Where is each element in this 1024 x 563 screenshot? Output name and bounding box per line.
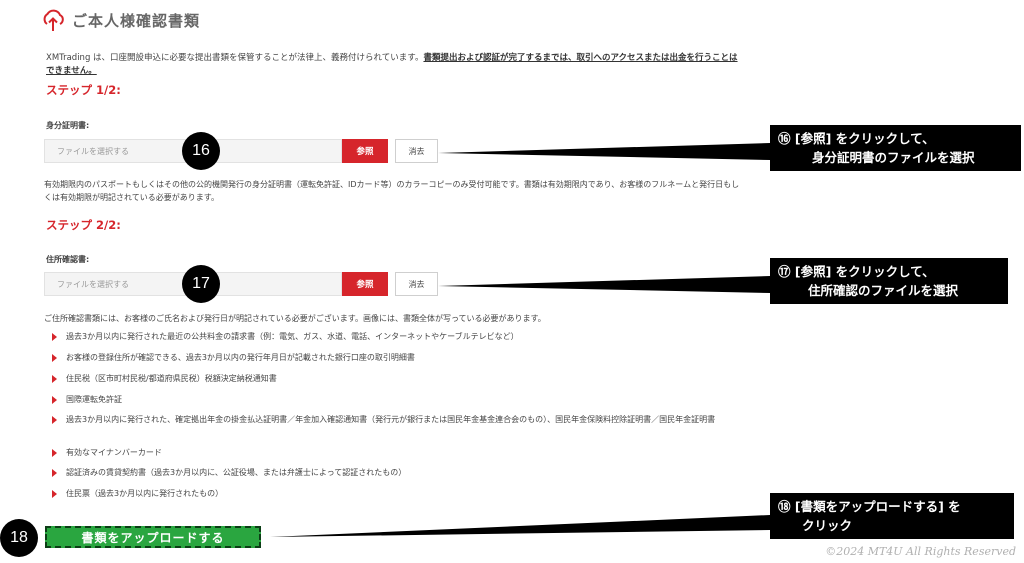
pointer-17 — [438, 276, 770, 293]
callout-16-line1: ⑯ [参照] をクリックして、 — [778, 131, 935, 146]
callout-16: ⑯ [参照] をクリックして、 身分証明書のファイルを選択 — [770, 125, 1021, 171]
callout-17-line2: 住所確認のファイルを選択 — [808, 283, 959, 298]
callout-16-line2: 身分証明書のファイルを選択 — [812, 150, 975, 165]
copyright: ©2024 MT4U All Rights Reserved — [825, 545, 1016, 558]
callout-17: ⑰ [参照] をクリックして、 住所確認のファイルを選択 — [770, 258, 1008, 304]
pointer-18 — [270, 515, 770, 537]
callout-17-line1: ⑰ [参照] をクリックして、 — [778, 264, 935, 279]
callout-18: ⑱ [書類をアップロードする] を クリック — [770, 493, 1014, 539]
pointer-16 — [438, 143, 770, 160]
callout-18-line2: クリック — [802, 518, 853, 533]
callout-18-line1: ⑱ [書類をアップロードする] を — [778, 499, 961, 514]
